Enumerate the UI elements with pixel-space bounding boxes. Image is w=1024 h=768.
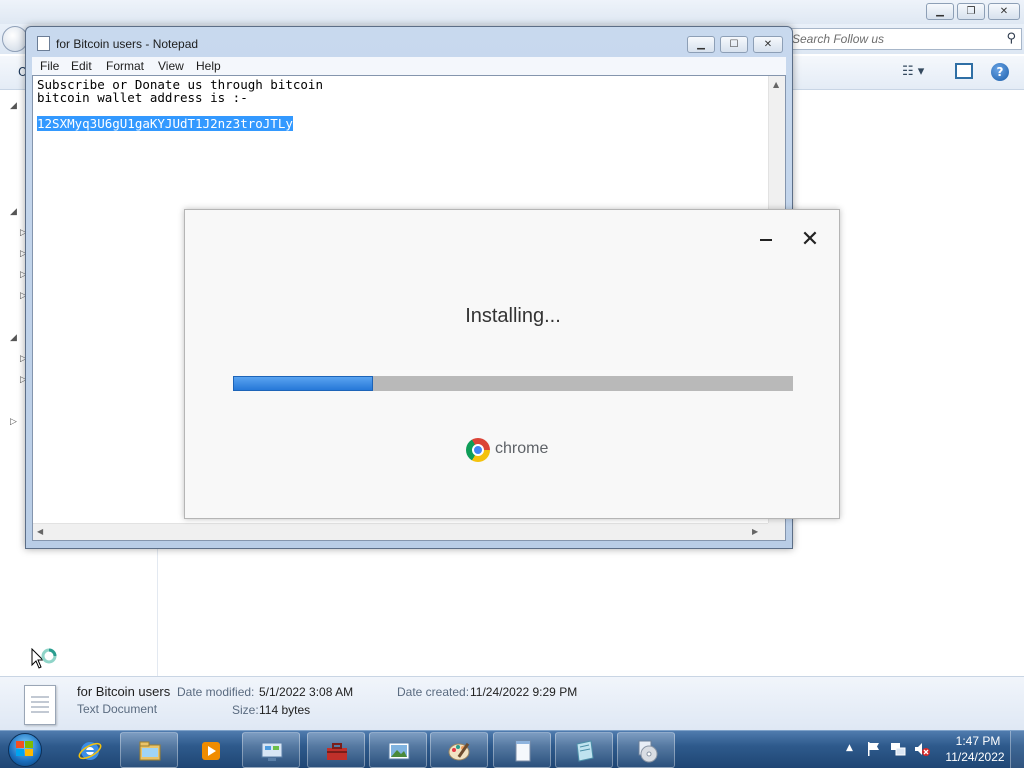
search-placeholder: Search Follow us <box>792 32 885 46</box>
taskbar-toolbox[interactable] <box>307 732 365 768</box>
scroll-right-icon[interactable]: ▶ <box>752 527 758 536</box>
installer-minimize-button[interactable] <box>753 227 779 253</box>
date-created-value: 11/24/2022 9:29 PM <box>470 685 578 699</box>
menu-view[interactable]: View <box>158 59 184 73</box>
notepad-maximize-button[interactable]: ☐ <box>720 36 748 53</box>
explorer-restore-button[interactable]: ❐ <box>957 3 985 20</box>
system-tray: ▲ 1:47 PM 11/24/2022 <box>840 731 1024 768</box>
preview-pane-icon[interactable] <box>955 63 973 79</box>
horizontal-scrollbar[interactable]: ◀ ▶ <box>33 523 770 540</box>
tree-collapse-icon[interactable]: ▷ <box>10 417 17 427</box>
taskbar-internet-explorer[interactable] <box>60 732 118 768</box>
notepad-close-button[interactable]: ✕ <box>753 36 783 53</box>
busy-cursor-icon <box>31 648 57 669</box>
menu-format[interactable]: Format <box>106 59 144 73</box>
explorer-close-button[interactable]: ✕ <box>988 3 1020 20</box>
clock-date[interactable]: 11/24/2022 <box>940 750 1010 764</box>
wordpad-icon <box>576 740 594 762</box>
tree-expand-icon[interactable]: ◢ <box>10 333 17 343</box>
scroll-left-icon[interactable]: ◀ <box>37 527 43 536</box>
explorer-minimize-button[interactable]: ▁ <box>926 3 954 20</box>
menu-file[interactable]: File <box>40 59 59 73</box>
selected-wallet-address: 12SXMyq3U6gU1gaKYJUdT1J2nz3troJTLy <box>37 116 293 131</box>
installer-status-text: Installing... <box>465 305 561 327</box>
text-file-icon <box>24 685 56 725</box>
disc-installer-icon <box>638 740 658 763</box>
details-pane: for Bitcoin users Text Document Date mod… <box>0 676 1024 730</box>
taskbar-disc-installer[interactable] <box>617 732 675 768</box>
notepad-minimize-button[interactable]: ▁ <box>687 36 715 53</box>
chrome-brand-text: chrome <box>495 440 549 457</box>
media-player-icon <box>202 742 220 760</box>
text-line: bitcoin wallet address is :- <box>37 90 248 105</box>
menu-edit[interactable]: Edit <box>71 59 92 73</box>
search-icon[interactable]: ⚲ <box>1006 31 1016 46</box>
network-icon[interactable] <box>890 741 906 757</box>
explorer-titlebar[interactable]: ▁ ❐ ✕ <box>0 0 1024 24</box>
search-input[interactable]: Search Follow us ⚲ <box>786 28 1022 50</box>
size-value: 114 bytes <box>259 703 311 717</box>
taskbar-wordpad[interactable] <box>555 732 613 768</box>
installer-close-button[interactable]: ✕ <box>797 227 823 253</box>
chrome-installer-dialog: ✕ Installing... chrome <box>184 209 840 519</box>
taskbar-control-panel[interactable] <box>242 732 300 768</box>
help-icon[interactable]: ? <box>991 63 1009 81</box>
notepad-icon <box>37 36 50 51</box>
size-label: Size: <box>232 703 259 717</box>
date-modified-label: Date modified: <box>177 685 255 699</box>
taskbar: ▲ 1:47 PM 11/24/2022 <box>0 730 1024 768</box>
taskbar-windows-explorer[interactable] <box>120 732 178 768</box>
taskbar-notepad[interactable] <box>493 732 551 768</box>
chrome-logo-icon <box>466 438 490 462</box>
installer-progress-fill <box>233 376 373 391</box>
toolbox-icon <box>327 743 347 760</box>
change-view-icon[interactable]: ☷ ▾ <box>902 64 924 79</box>
installer-progress-bar <box>233 376 793 391</box>
action-center-flag-icon[interactable] <box>866 741 882 757</box>
notepad-content: Subscribe or Donate us through bitcoin b… <box>37 78 323 131</box>
volume-muted-icon[interactable] <box>914 741 930 757</box>
scroll-up-icon[interactable]: ▲ <box>773 80 779 89</box>
show-desktop-button[interactable] <box>1010 731 1024 768</box>
details-file-type: Text Document <box>77 702 158 716</box>
notepad-menubar: File Edit Format View Help <box>32 57 786 75</box>
tree-expand-icon[interactable]: ◢ <box>10 101 17 111</box>
start-button[interactable] <box>4 731 46 768</box>
paint-icon <box>448 742 470 761</box>
date-created-label: Date created: <box>397 685 470 699</box>
date-modified-value: 5/1/2022 3:08 AM <box>259 685 354 699</box>
menu-help[interactable]: Help <box>196 59 221 73</box>
photo-viewer-icon <box>388 742 410 760</box>
notepad-icon <box>515 740 531 762</box>
resize-grip-icon[interactable] <box>768 523 785 540</box>
taskbar-photo-viewer[interactable] <box>369 732 427 768</box>
clock-time[interactable]: 1:47 PM <box>948 734 1008 748</box>
control-panel-icon <box>261 742 283 761</box>
taskbar-paint[interactable] <box>430 732 488 768</box>
windows-logo-icon <box>16 741 33 756</box>
details-file-name: for Bitcoin users <box>77 684 171 699</box>
internet-explorer-icon <box>78 742 102 760</box>
notepad-title: for Bitcoin users - Notepad <box>56 37 199 51</box>
taskbar-media-player[interactable] <box>181 732 239 768</box>
show-hidden-icons-icon[interactable]: ▲ <box>846 743 853 753</box>
windows-explorer-icon <box>139 741 161 761</box>
tree-expand-icon[interactable]: ◢ <box>10 207 17 217</box>
